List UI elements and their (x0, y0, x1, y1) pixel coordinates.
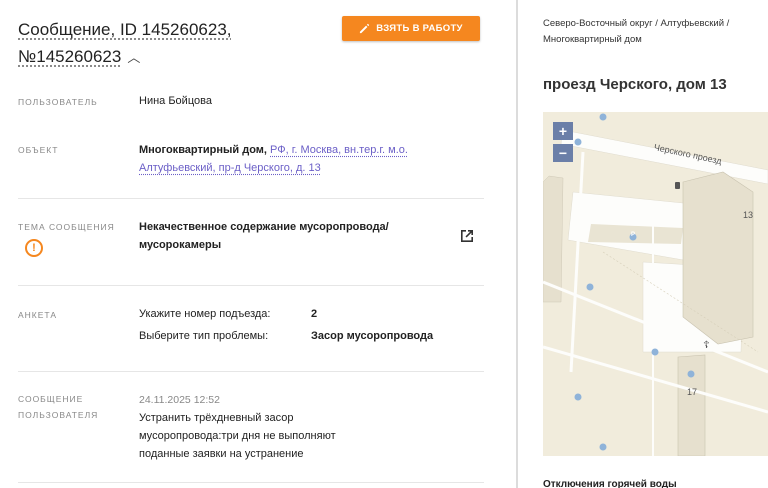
chevron-up-icon[interactable]: ︿ (127, 44, 140, 71)
topic-value: Некачественное содержание мусоропровода/… (139, 221, 389, 251)
map-building-17-label: 17 (687, 387, 698, 397)
map-church-icon: ☦ (703, 340, 710, 351)
object-address-heading: проезд Черского, дом 13 (543, 76, 727, 93)
message-title-line2: №145260623 (18, 47, 122, 66)
panel-divider (516, 0, 518, 488)
warning-icon: ! (25, 239, 43, 257)
topic-label: ТЕМА СООБЩЕНИЯ (18, 222, 115, 232)
user-message-label: СООБЩЕНИЕ ПОЛЬЗОВАТЕЛЯ (18, 394, 99, 420)
map-building-13-label: 13 (743, 210, 754, 220)
survey-label: АНКЕТА (18, 310, 58, 320)
user-message-text: Устранить трёхдневный засор мусоропровод… (139, 412, 336, 460)
take-to-work-label: ВЗЯТЬ В РАБОТУ (376, 23, 463, 34)
zoom-out-button[interactable]: − (553, 144, 573, 162)
external-link-icon[interactable] (458, 227, 476, 245)
object-info-panel: Северо-Восточный округ / Алтуфьевский / М… (522, 0, 768, 488)
survey-question-2: Выберите тип проблемы: (139, 330, 269, 342)
object-value: Многоквартирный дом, РФ, г. Москва, вн.т… (139, 141, 459, 177)
survey-answer-2: Засор мусоропровода (311, 330, 434, 342)
divider (18, 198, 484, 199)
user-message-date: 24.11.2025 12:52 (139, 394, 220, 406)
pencil-icon (360, 23, 370, 34)
message-title[interactable]: Сообщение, ID 145260623, №145260623 ︿ (18, 16, 318, 71)
map-monument-icon (675, 182, 680, 189)
object-label: ОБЪЕКТ (18, 145, 59, 155)
message-title-line1: Сообщение, ID 145260623, (18, 20, 232, 39)
survey-answer-1: 2 (311, 308, 318, 320)
divider (18, 285, 484, 286)
object-type: Многоквартирный дом, (139, 144, 267, 156)
zoom-in-button[interactable]: + (553, 122, 573, 140)
survey-question-1: Укажите номер подъезда: (139, 308, 271, 320)
breadcrumb: Северо-Восточный округ / Алтуфьевский / М… (543, 18, 730, 45)
map-canvas (543, 112, 768, 456)
take-to-work-button[interactable]: ВЗЯТЬ В РАБОТУ (342, 16, 480, 41)
message-detail-panel: Сообщение, ID 145260623, №145260623 ︿ ВЗЯ… (0, 0, 510, 488)
user-value: Нина Бойцова (139, 95, 212, 107)
divider (18, 482, 484, 483)
map-parking-label: P (631, 232, 636, 238)
divider (18, 371, 484, 372)
user-label: ПОЛЬЗОВАТЕЛЬ (18, 97, 98, 107)
hot-water-outage-title: Отключения горячей воды (543, 479, 677, 488)
map-view[interactable]: + − Черского проезд 13 17 P ☦ (543, 112, 768, 456)
